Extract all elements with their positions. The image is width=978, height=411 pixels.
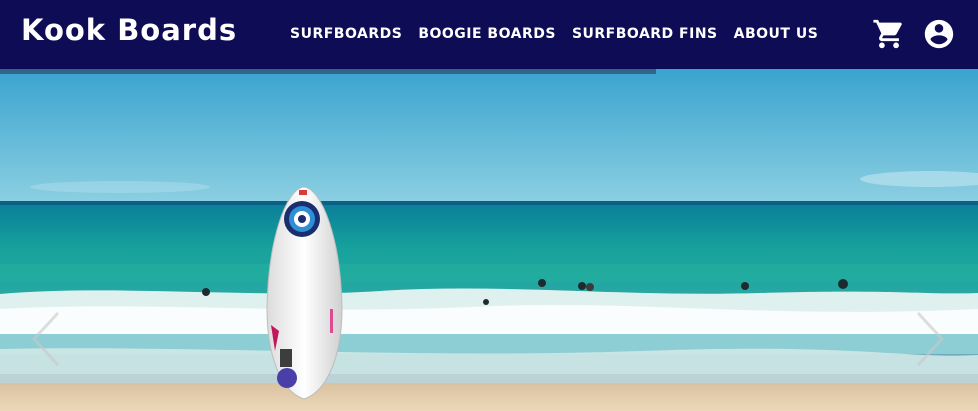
- account-circle-icon[interactable]: [922, 17, 956, 51]
- cart-icon[interactable]: [872, 17, 906, 51]
- navbar: Kook Boards SURFBOARDS BOOGIE BOARDS SUR…: [0, 0, 978, 69]
- chevron-left-icon[interactable]: [28, 309, 62, 369]
- nav-link-surfboard-fins[interactable]: SURFBOARD FINS: [572, 26, 718, 42]
- horizon: [0, 201, 978, 205]
- nav-link-surfboards[interactable]: SURFBOARDS: [290, 26, 402, 42]
- brand-logo-text[interactable]: Kook Boards: [21, 13, 237, 47]
- hero-image: [0, 69, 978, 411]
- sand: [0, 383, 978, 411]
- nav-link-about-us[interactable]: ABOUT US: [734, 26, 819, 42]
- navbar-shadow: [0, 69, 656, 74]
- hero-carousel: [0, 69, 978, 411]
- main-nav: SURFBOARDS BOOGIE BOARDS SURFBOARD FINS …: [290, 26, 818, 42]
- nav-link-boogie-boards[interactable]: BOOGIE BOARDS: [418, 26, 556, 42]
- chevron-right-icon[interactable]: [914, 309, 948, 369]
